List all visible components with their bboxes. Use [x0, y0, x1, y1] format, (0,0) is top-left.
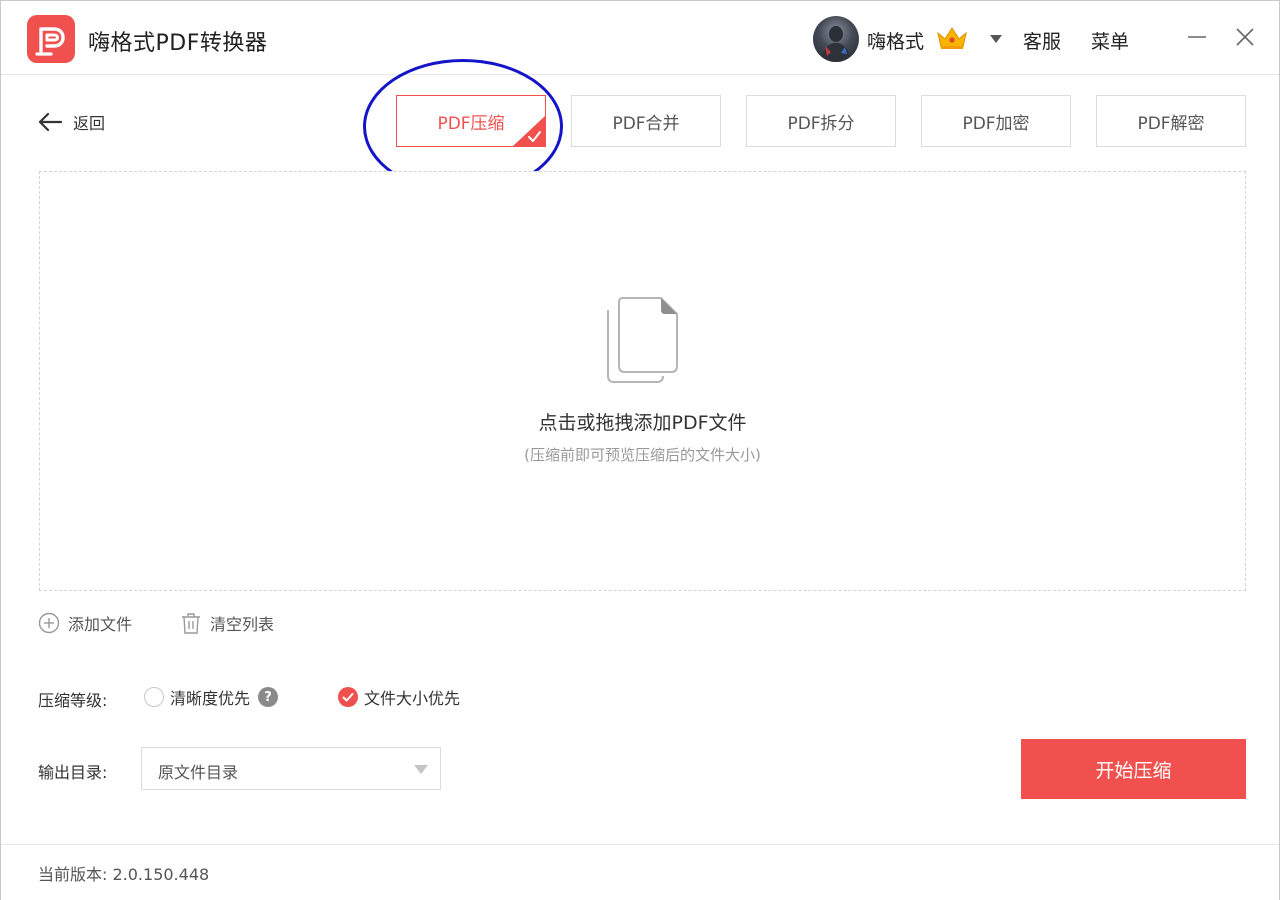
tab-label: PDF加密 — [962, 113, 1030, 134]
app-title: 嗨格式PDF转换器 — [88, 31, 268, 56]
app-window: 嗨格式PDF转换器 嗨格式 客服 菜单 返回 PDF压缩 PDF合并 PDF拆分… — [0, 0, 1280, 900]
add-file-label: 添加文件 — [68, 615, 133, 634]
radio-unchecked-icon — [144, 687, 164, 707]
version-text: 当前版本: 2.0.150.448 — [38, 865, 210, 884]
tab-label: PDF压缩 — [437, 113, 505, 134]
pdf-p-logo-icon — [27, 15, 75, 63]
radio-size-priority[interactable]: 文件大小优先 — [338, 685, 460, 709]
plus-circle-icon — [38, 612, 60, 634]
start-compress-button[interactable]: 开始压缩 — [1021, 739, 1246, 799]
crown-icon — [937, 27, 967, 49]
checkmark-corner-icon — [513, 116, 545, 146]
arrow-left-icon — [38, 112, 63, 132]
minimize-icon[interactable] — [1185, 25, 1209, 49]
tab-pdf-merge[interactable]: PDF合并 — [571, 95, 721, 147]
chevron-down-icon[interactable] — [989, 34, 1003, 44]
file-drop-zone[interactable]: 点击或拖拽添加PDF文件 (压缩前即可预览压缩后的文件大小) — [39, 171, 1246, 591]
back-label: 返回 — [73, 114, 106, 133]
clear-list-label: 清空列表 — [210, 615, 275, 634]
tab-pdf-encrypt[interactable]: PDF加密 — [921, 95, 1071, 147]
drop-zone-title: 点击或拖拽添加PDF文件 — [538, 412, 747, 434]
tab-label: PDF解密 — [1137, 113, 1205, 134]
radio-clarity-priority[interactable]: 清晰度优先 ? — [144, 685, 279, 709]
radio-checked-icon — [338, 687, 358, 707]
output-dir-value: 原文件目录 — [158, 763, 239, 782]
chevron-down-icon — [414, 765, 428, 774]
add-file-button[interactable]: 添加文件 — [38, 611, 132, 635]
radio-label: 文件大小优先 — [364, 689, 461, 708]
output-dir-label: 输出目录: — [38, 763, 108, 782]
help-icon[interactable]: ? — [258, 687, 279, 707]
compression-level-label: 压缩等级: — [38, 691, 108, 710]
radio-label: 清晰度优先 — [170, 689, 251, 708]
tab-label: PDF拆分 — [787, 113, 855, 134]
menu-link[interactable]: 菜单 — [1091, 27, 1129, 54]
close-icon[interactable] — [1233, 25, 1257, 49]
tab-pdf-decrypt[interactable]: PDF解密 — [1096, 95, 1246, 147]
documents-icon — [607, 297, 678, 383]
customer-service-link[interactable]: 客服 — [1023, 27, 1061, 54]
tab-pdf-split[interactable]: PDF拆分 — [746, 95, 896, 147]
username[interactable]: 嗨格式 — [867, 27, 924, 54]
output-dir-select[interactable]: 原文件目录 — [141, 747, 441, 790]
tab-pdf-compress[interactable]: PDF压缩 — [396, 95, 546, 147]
user-avatar[interactable] — [813, 16, 859, 62]
trash-icon — [182, 613, 200, 634]
back-button[interactable]: 返回 — [37, 109, 105, 135]
drop-zone-subtitle: (压缩前即可预览压缩后的文件大小) — [524, 446, 761, 464]
title-bar: 嗨格式PDF转换器 嗨格式 客服 菜单 — [1, 1, 1279, 75]
clear-list-button[interactable]: 清空列表 — [180, 611, 274, 635]
footer: 当前版本: 2.0.150.448 — [1, 844, 1279, 900]
tab-label: PDF合并 — [612, 113, 680, 134]
